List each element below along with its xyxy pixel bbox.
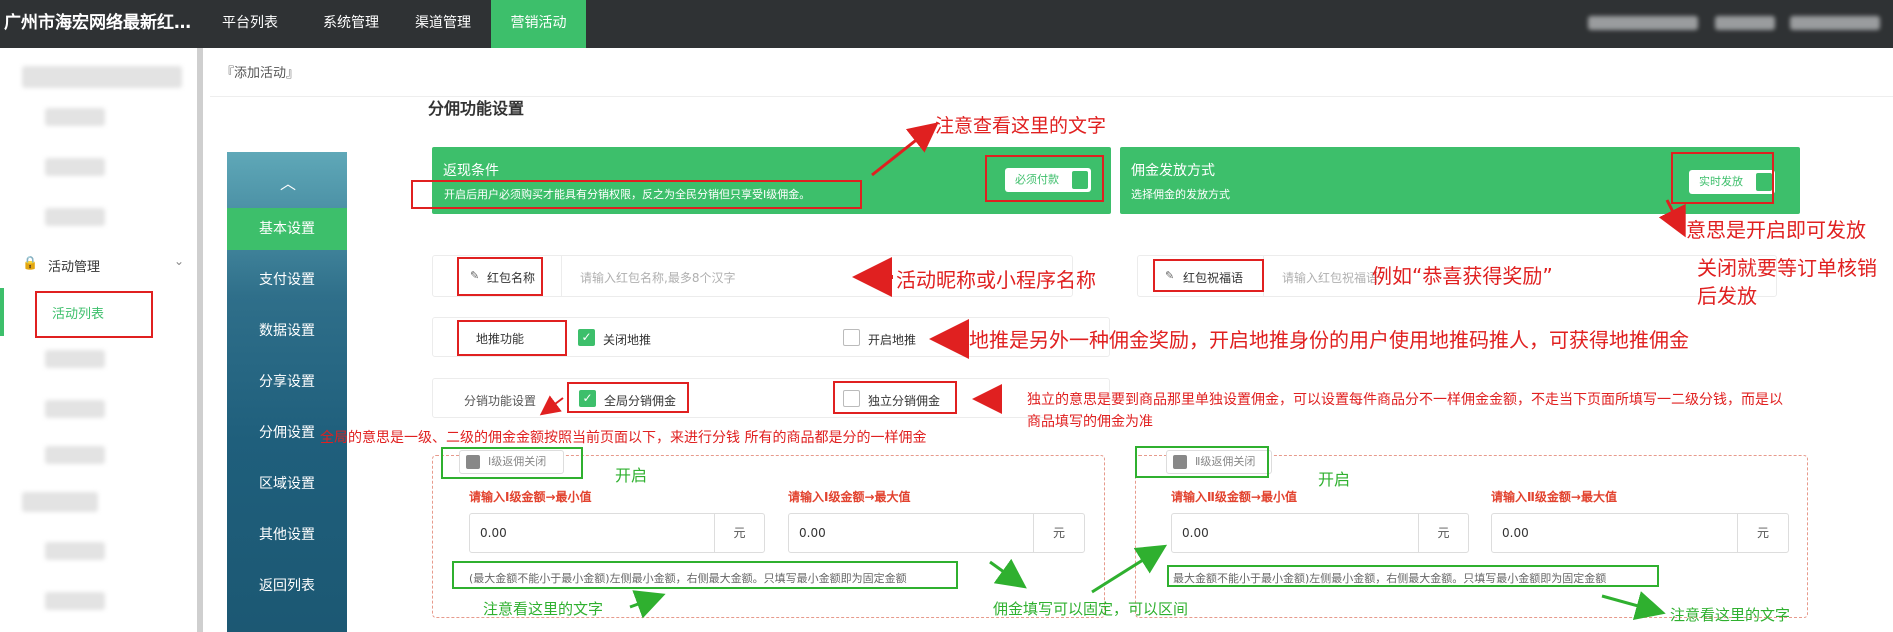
annotation-arrows [539,122,1686,621]
